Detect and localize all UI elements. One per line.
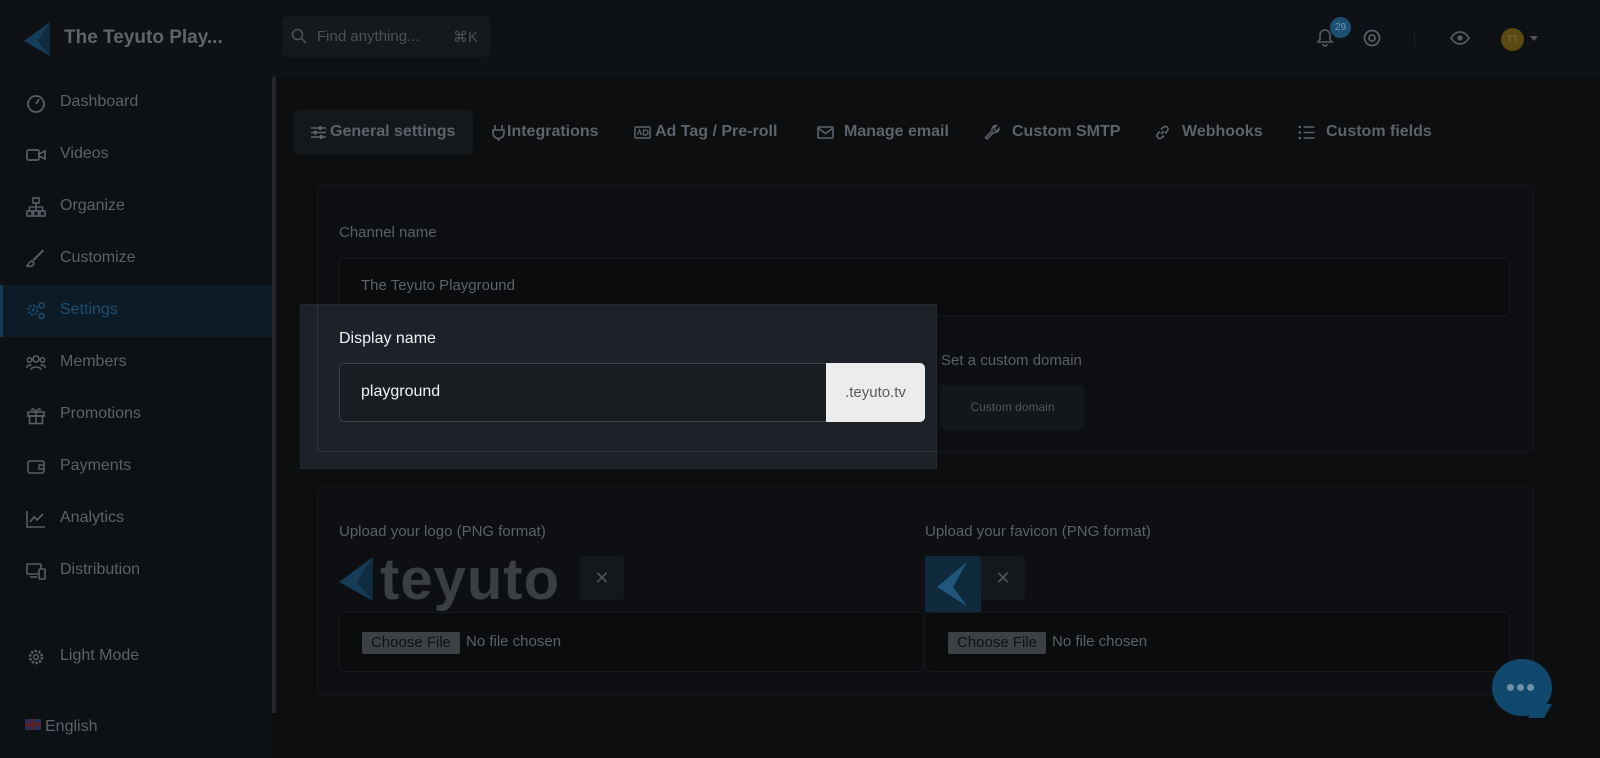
- favicon-upload-label: Upload your favicon (PNG format): [925, 523, 1151, 540]
- gears-icon: [27, 302, 45, 320]
- sidebar-item-videos[interactable]: Videos: [0, 129, 272, 181]
- teyuto-logo-icon[interactable]: [24, 22, 50, 56]
- video-camera-icon: [26, 149, 46, 161]
- top-bar: The Teyuto Play... Find anything... ⌘K 2…: [0, 0, 1600, 76]
- users-icon: [26, 355, 46, 371]
- favicon-file-input[interactable]: Choose File No file chosen: [925, 612, 1510, 672]
- tab-manage-email[interactable]: Manage email: [801, 110, 967, 155]
- search-input[interactable]: Find anything... ⌘K: [282, 16, 490, 57]
- sidebar-item-customize[interactable]: Customize: [0, 233, 272, 285]
- dashboard-gauge-icon: [27, 95, 45, 113]
- sidebar-item-dashboard[interactable]: Dashboard: [0, 77, 272, 129]
- gear-icon: [28, 649, 44, 665]
- favicon-choose-file-button[interactable]: Choose File: [948, 632, 1046, 654]
- logo-file-input[interactable]: Choose File No file chosen: [339, 612, 924, 672]
- tab-ad-tag[interactable]: Ad Tag / Pre-roll: [618, 110, 798, 155]
- ad-icon: [634, 126, 651, 139]
- preview-eye-icon[interactable]: [1450, 28, 1470, 48]
- sidebar-scrollbar[interactable]: [272, 77, 276, 713]
- sidebar-item-distribution[interactable]: Distribution: [0, 545, 272, 597]
- tab-label: Custom SMTP: [1012, 123, 1121, 140]
- logo-preview-wordmark: teyuto: [380, 547, 560, 612]
- sidebar-item-label: Analytics: [60, 509, 125, 526]
- wallet-icon: [27, 460, 45, 474]
- remove-favicon-button[interactable]: ✕: [981, 556, 1025, 600]
- sidebar-item-label: Payments: [60, 457, 132, 474]
- search-placeholder: Find anything...: [317, 28, 420, 45]
- logo-file-status: No file chosen: [466, 633, 562, 650]
- tab-label: Ad Tag / Pre-roll: [655, 123, 778, 140]
- sidebar-item-settings[interactable]: Settings: [0, 285, 272, 337]
- channel-title[interactable]: The Teyuto Play...: [64, 27, 224, 49]
- tab-label: Webhooks: [1182, 123, 1263, 140]
- display-name-input[interactable]: playground: [339, 363, 826, 422]
- favicon-preview: [925, 556, 981, 612]
- sidebar-item-payments[interactable]: Payments: [0, 441, 272, 493]
- tab-general-settings[interactable]: General settings: [294, 110, 473, 155]
- sidebar-item-label: Settings: [60, 301, 118, 318]
- line-chart-icon: [26, 511, 45, 528]
- toolbar-divider: [1414, 30, 1415, 46]
- sidebar-item-analytics[interactable]: Analytics: [0, 493, 272, 545]
- envelope-icon: [817, 126, 834, 139]
- link-icon: [1156, 125, 1169, 140]
- plug-icon: [492, 125, 505, 141]
- sidebar-item-label: Dashboard: [60, 93, 139, 110]
- favicon-file-status: No file chosen: [1052, 633, 1148, 650]
- wrench-icon: [984, 124, 1000, 141]
- domain-suffix-addon: .teyuto.tv: [826, 363, 925, 422]
- tab-label: General settings: [330, 123, 456, 140]
- display-name-label: Display name: [339, 330, 436, 347]
- chat-bubble-icon: [1507, 684, 1537, 691]
- logo-choose-file-button[interactable]: Choose File: [362, 632, 460, 654]
- support-chat-button[interactable]: [1492, 659, 1552, 716]
- custom-domain-label: Set a custom domain: [941, 352, 1082, 369]
- sliders-icon: [311, 126, 326, 139]
- sidebar: Dashboard Videos Organize Customize Sett…: [0, 77, 272, 758]
- teyuto-favicon-icon: [937, 562, 967, 606]
- notification-count-badge[interactable]: 29: [1330, 17, 1351, 38]
- sidebar-item-organize[interactable]: Organize: [0, 181, 272, 233]
- search-shortcut: ⌘K: [452, 29, 478, 46]
- search-icon: [291, 28, 307, 44]
- light-mode-toggle[interactable]: Light Mode: [0, 631, 272, 683]
- tab-label: Custom fields: [1326, 123, 1432, 140]
- gift-icon: [27, 408, 45, 425]
- chevron-down-icon[interactable]: [1530, 36, 1538, 41]
- paintbrush-icon: [26, 249, 44, 268]
- user-avatar[interactable]: TT: [1501, 28, 1524, 51]
- language-label: English: [45, 718, 98, 735]
- sidebar-item-promotions[interactable]: Promotions: [0, 389, 272, 441]
- sidebar-item-label: Members: [60, 353, 127, 370]
- logo-upload-label: Upload your logo (PNG format): [339, 523, 546, 540]
- channel-name-value: The Teyuto Playground: [361, 277, 515, 294]
- sitemap-icon: [26, 197, 46, 217]
- list-icon: [1298, 125, 1315, 140]
- tab-label: Integrations: [507, 123, 599, 140]
- language-selector[interactable]: English: [25, 718, 97, 736]
- sidebar-item-members[interactable]: Members: [0, 337, 272, 389]
- display-name-value: playground: [361, 383, 441, 400]
- display-name-highlight: Display name playground .teyuto.tv: [301, 304, 937, 468]
- sidebar-item-label: Customize: [60, 249, 136, 266]
- tab-custom-smtp[interactable]: Custom SMTP: [968, 110, 1136, 155]
- help-lifebuoy-icon[interactable]: [1362, 28, 1382, 48]
- tab-label: Manage email: [844, 123, 949, 140]
- sidebar-item-label: Promotions: [60, 405, 141, 422]
- light-mode-label: Light Mode: [60, 647, 140, 664]
- custom-domain-button[interactable]: Custom domain: [941, 385, 1084, 430]
- remove-logo-button[interactable]: ✕: [580, 556, 624, 600]
- channel-name-label: Channel name: [339, 224, 437, 241]
- tab-webhooks[interactable]: Webhooks: [1138, 110, 1280, 155]
- tab-integrations[interactable]: Integrations: [474, 110, 614, 155]
- sidebar-item-label: Organize: [60, 197, 125, 214]
- uk-flag-icon: [25, 719, 41, 730]
- devices-icon: [26, 563, 46, 580]
- teyuto-logo-mark-icon: [339, 557, 373, 601]
- tab-custom-fields[interactable]: Custom fields: [1282, 110, 1448, 155]
- sidebar-item-label: Distribution: [60, 561, 141, 578]
- sidebar-item-label: Videos: [60, 145, 109, 162]
